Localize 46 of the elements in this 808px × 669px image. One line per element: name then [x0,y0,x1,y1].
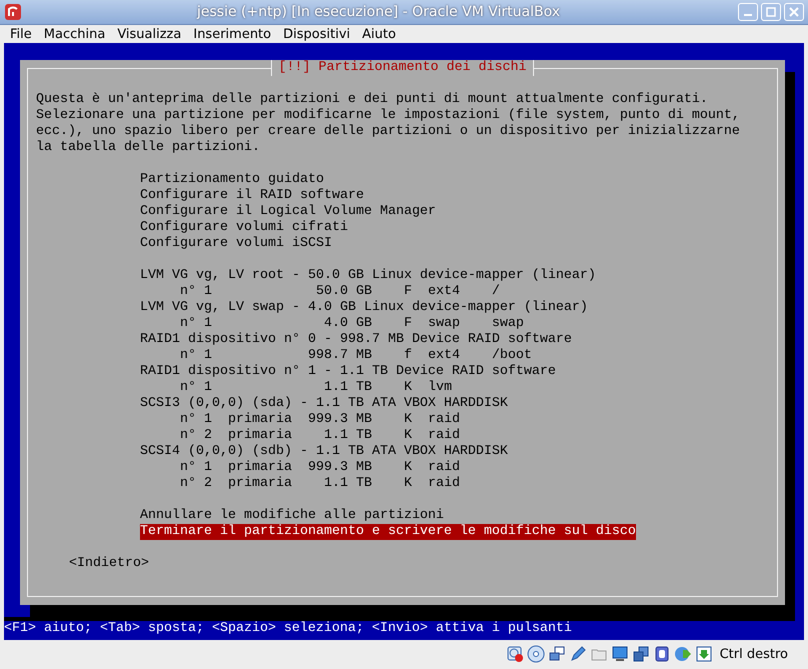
description-line: Questa è un'anteprima delle partizioni e dei punti di mount attualmente configurati. [36,92,709,108]
menu-item[interactable]: Visualizza [111,26,188,42]
menu-option[interactable]: Configurare il RAID software [140,188,364,204]
download-icon[interactable] [694,645,713,663]
menu-option[interactable]: LVM VG vg, LV root - 50.0 GB Linux device-mapper (linear) [140,268,596,284]
menu-option[interactable]: SCSI3 (0,0,0) (sda) - 1.1 TB ATA VBOX HARDDISK [140,396,508,412]
menu-option[interactable]: Annullare le modifiche alle partizioni [140,508,444,524]
partition-item[interactable]: n° 1 primaria 999.3 MB K raid [140,412,460,428]
partition-item[interactable]: n° 1 4.0 GB F swap swap [140,316,524,332]
menu-option[interactable]: RAID1 dispositivo n° 0 - 998.7 MB Device RAID software [140,332,572,348]
pen-icon[interactable] [568,645,587,663]
window-title: jessie (+ntp) [In esecuzione] - Oracle VM VirtualBox [196,4,561,20]
dialog-title: [!!] Partizionamento dei dischi [270,60,534,76]
partition-item[interactable]: n° 1 1.1 TB K lvm [140,380,452,396]
partition-item[interactable]: n° 2 primaria 1.1 TB K raid [140,476,460,492]
description-line: la tabella delle partizioni. [36,140,261,156]
menu-item[interactable]: File [4,26,38,42]
menu-option[interactable]: Configurare volumi cifrati [140,220,348,236]
monitor-icon[interactable] [610,645,629,663]
maximize-icon [766,7,776,17]
partition-item[interactable]: n° 1 primaria 999.3 MB K raid [140,460,460,476]
menu-option[interactable]: SCSI4 (0,0,0) (sdb) - 1.1 TB ATA VBOX HARDDISK [140,444,508,460]
close-icon [789,7,799,17]
menu-item[interactable]: Inserimento [187,26,278,42]
windows-icon[interactable] [632,645,650,663]
menu-option[interactable]: RAID1 dispositivo n° 1 - 1.1 TB Device RAID software [140,364,556,380]
partition-item[interactable]: n° 1 998.7 MB f ext4 /boot [140,348,532,364]
menu-option[interactable]: Configurare il Logical Volume Manager [140,204,436,220]
chip-icon[interactable] [652,645,671,663]
menu-item[interactable]: Dispositivi [277,26,356,42]
menu-option[interactable]: Terminare il partizionamento e scrivere le modifiche sul disco [140,524,636,540]
description-line: ecc.), uno spazio libero per creare delle partizioni o un dispositivo per inizializzarne [36,124,741,140]
description-line: Selezionare una partizione per modificarne le impostazioni (file system, punto di mount, [36,108,741,124]
minimize-icon [744,14,752,16]
disc-icon[interactable] [526,645,545,663]
menu-item[interactable]: Aiuto [356,26,402,42]
network-icon[interactable] [548,645,566,663]
menu-item[interactable]: Macchina [38,26,112,42]
partition-item[interactable]: n° 1 50.0 GB F ext4 / [140,284,500,300]
menu-option[interactable]: LVM VG vg, LV swap - 4.0 GB Linux device-mapper (linear) [140,300,588,316]
menu-option[interactable]: Partizionamento guidato [140,172,324,188]
menu-option[interactable]: Configurare volumi iSCSI [140,236,332,252]
partition-item[interactable]: n° 2 primaria 1.1 TB K raid [140,428,460,444]
host-key-label: Ctrl destro [720,646,788,662]
app-logo-icon [4,3,22,21]
back-button[interactable]: <Indietro> [69,556,149,572]
